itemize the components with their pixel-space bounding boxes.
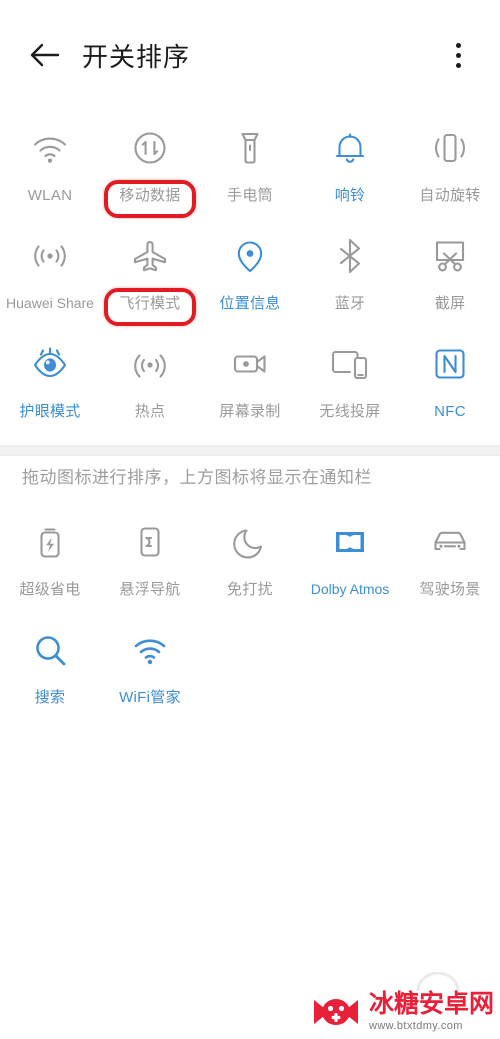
toggle-label: 位置信息: [219, 295, 281, 312]
toggle-cell[interactable]: 蓝牙: [300, 222, 400, 330]
watermark-url: www.btxtdmy.com: [368, 1020, 463, 1032]
hidden-toggle-cell[interactable]: WiFi管家: [100, 616, 200, 724]
auto-rotate-icon: [430, 128, 470, 168]
toggle-cell[interactable]: WLAN: [0, 114, 100, 222]
watermark-title: 冰糖安卓网: [368, 990, 494, 1018]
hidden-toggle-label: WiFi管家: [119, 689, 181, 706]
toggle-cell[interactable]: 位置信息: [200, 222, 300, 330]
toggle-label: 护眼模式: [19, 403, 81, 420]
toggle-label: 移动数据: [119, 187, 181, 204]
screenshot-icon: [430, 236, 470, 276]
app-header: 开关排序: [0, 0, 500, 110]
mobile-data-icon: [130, 128, 170, 168]
search-icon: [30, 630, 70, 670]
toggle-label: 响铃: [334, 187, 366, 204]
toggle-cell[interactable]: 护眼模式: [0, 330, 100, 438]
toggle-label: Huawei Share: [6, 295, 94, 311]
more-vertical-icon[interactable]: [438, 32, 478, 78]
hidden-toggle-label: 超级省电: [19, 581, 81, 598]
toggle-label: WLAN: [27, 187, 73, 204]
bluetooth-icon: [330, 236, 370, 276]
toggle-cell[interactable]: 飞行模式: [100, 222, 200, 330]
hidden-toggle-label: 搜索: [34, 689, 66, 706]
toggle-cell[interactable]: 移动数据: [100, 114, 200, 222]
floating-nav-icon: [130, 522, 170, 562]
nav-gesture-indicator-icon: [416, 972, 460, 992]
screen-record-icon: [230, 344, 270, 384]
toggle-label: 自动旋转: [419, 187, 481, 204]
toggle-label: 飞行模式: [119, 295, 181, 312]
toggle-cell[interactable]: 截屏: [400, 222, 500, 330]
toggle-label: 屏幕录制: [219, 403, 281, 420]
toggle-cell[interactable]: 屏幕录制: [200, 330, 300, 438]
toggle-label: 无线投屏: [319, 403, 381, 420]
nfc-icon: [430, 344, 470, 384]
hidden-toggle-grid: 超级省电 悬浮导航 免打扰 Dolby Atmos 驾驶场景搜索 WiFi管家: [0, 508, 500, 724]
wireless-cast-icon: [330, 344, 370, 384]
do-not-disturb-icon: [230, 522, 270, 562]
toggle-cell[interactable]: NFC: [400, 330, 500, 438]
watermark-text: 冰糖安卓网 www.btxtdmy.com: [369, 992, 494, 1032]
hidden-toggle-cell[interactable]: 驾驶场景: [400, 508, 500, 616]
hidden-toggle-cell[interactable]: Dolby Atmos: [300, 508, 400, 616]
site-watermark: 冰糖安卓网 www.btxtdmy.com: [310, 991, 494, 1033]
toggle-cell[interactable]: 无线投屏: [300, 330, 400, 438]
driving-mode-icon: [430, 522, 470, 562]
switch-sorting-screen: 开关排序 WLAN 移动数据 手电筒 响铃 自动旋转 Huawei Share 飞行模式 位置…: [0, 0, 500, 1039]
toggle-cell[interactable]: 自动旋转: [400, 114, 500, 222]
hotspot-icon: [130, 344, 170, 384]
hidden-toggle-cell[interactable]: 超级省电: [0, 508, 100, 616]
toggle-label: 热点: [134, 403, 166, 420]
dolby-atmos-icon: [330, 522, 370, 562]
section-divider: [0, 445, 500, 456]
location-pin-icon: [230, 236, 270, 276]
wifi-manager-icon: [130, 630, 170, 670]
eye-comfort-icon: [30, 344, 70, 384]
toggle-cell[interactable]: 响铃: [300, 114, 400, 222]
wifi-icon: [30, 128, 70, 168]
super-power-saving-icon: [30, 522, 70, 562]
airplane-icon: [130, 236, 170, 276]
toggle-label: NFC: [434, 403, 466, 420]
hidden-toggle-label: Dolby Atmos: [310, 581, 390, 597]
toggle-cell[interactable]: 手电筒: [200, 114, 300, 222]
huawei-share-icon: [30, 236, 70, 276]
hidden-toggle-label: 免打扰: [227, 581, 273, 598]
toggle-label: 蓝牙: [334, 295, 366, 312]
hidden-toggle-cell[interactable]: 悬浮导航: [100, 508, 200, 616]
bell-icon: [330, 128, 370, 168]
flashlight-icon: [230, 128, 270, 168]
hidden-toggle-label: 悬浮导航: [119, 581, 181, 598]
notification-panel-toggle-grid: WLAN 移动数据 手电筒 响铃 自动旋转 Huawei Share 飞行模式 位置信息 蓝牙 截…: [0, 114, 500, 438]
toggle-label: 截屏: [434, 295, 466, 312]
back-arrow-icon[interactable]: [22, 32, 68, 78]
hidden-toggle-cell[interactable]: 免打扰: [200, 508, 300, 616]
candy-gamepad-logo-icon: [310, 991, 362, 1033]
hidden-toggle-cell[interactable]: 搜索: [0, 616, 100, 724]
sorting-hint-text: 拖动图标进行排序，上方图标将显示在通知栏: [22, 468, 372, 487]
toggle-cell[interactable]: 热点: [100, 330, 200, 438]
hidden-toggle-label: 驾驶场景: [419, 581, 481, 598]
toggle-label: 手电筒: [227, 187, 273, 204]
page-title: 开关排序: [82, 41, 191, 72]
toggle-cell[interactable]: Huawei Share: [0, 222, 100, 330]
